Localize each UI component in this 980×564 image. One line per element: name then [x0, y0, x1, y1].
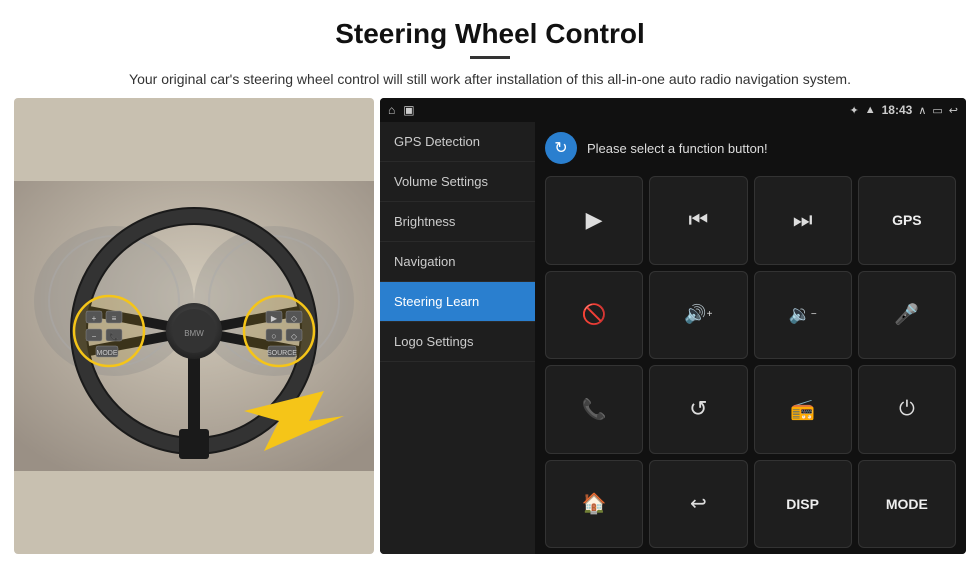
menu-item-gps[interactable]: GPS Detection — [380, 122, 535, 162]
mic-button[interactable]: 🎤 — [858, 271, 956, 360]
next-button[interactable]: ⏭ — [754, 176, 852, 265]
function-header-text: Please select a function button! — [587, 141, 768, 156]
content-area: BMW + ≡ − 📞 MODE ▶ ◇ — [0, 98, 980, 564]
mute-button[interactable]: 🚫 — [545, 271, 643, 360]
menu-item-volume[interactable]: Volume Settings — [380, 162, 535, 202]
head-unit-panel: ⌂ ▣ ✦ ▲ 18:43 ∧ ▭ ↩ GPS Detection Volume… — [380, 98, 966, 554]
status-bar: ⌂ ▣ ✦ ▲ 18:43 ∧ ▭ ↩ — [380, 98, 966, 122]
refresh-icon[interactable]: ↻ — [545, 132, 577, 164]
svg-text:📞: 📞 — [110, 332, 119, 341]
svg-text:BMW: BMW — [184, 329, 204, 338]
expand-icon: ∧ — [918, 104, 926, 117]
header-subtitle: Your original car's steering wheel contr… — [129, 69, 851, 90]
steering-wheel-image: BMW + ≡ − 📞 MODE ▶ ◇ — [14, 98, 374, 554]
svg-text:◇: ◇ — [291, 314, 298, 323]
svg-text:○: ○ — [271, 331, 276, 341]
home-button[interactable]: 🏠 — [545, 460, 643, 549]
power-button[interactable]: ⏻ — [858, 365, 956, 454]
menu-panel: GPS Detection Volume Settings Brightness… — [380, 122, 535, 554]
call-rotate-button[interactable]: ↺ — [649, 365, 747, 454]
steering-wheel-svg: BMW + ≡ − 📞 MODE ▶ ◇ — [14, 98, 374, 554]
wifi-icon: ▲ — [865, 104, 876, 116]
home-icon[interactable]: ⌂ — [388, 103, 395, 117]
image-icon[interactable]: ▣ — [403, 103, 414, 117]
main-split: GPS Detection Volume Settings Brightness… — [380, 122, 966, 554]
time-display: 18:43 — [882, 103, 913, 117]
header-section: Steering Wheel Control Your original car… — [69, 0, 911, 98]
header-divider — [470, 56, 510, 59]
menu-item-logo[interactable]: Logo Settings — [380, 322, 535, 362]
page: Steering Wheel Control Your original car… — [0, 0, 980, 564]
back-nav-icon[interactable]: ↩ — [949, 104, 958, 117]
mode-button[interactable]: MODE — [858, 460, 956, 549]
vol-down-button[interactable]: 🔉− — [754, 271, 852, 360]
radio-button[interactable]: 📻 — [754, 365, 852, 454]
menu-item-navigation[interactable]: Navigation — [380, 242, 535, 282]
svg-text:SOURCE: SOURCE — [267, 350, 297, 357]
function-header: ↻ Please select a function button! — [545, 128, 956, 168]
svg-text:+: + — [92, 314, 97, 323]
status-bar-left: ⌂ ▣ — [388, 103, 415, 117]
back-button[interactable]: ↩ — [649, 460, 747, 549]
status-bar-right: ✦ ▲ 18:43 ∧ ▭ ↩ — [850, 103, 959, 117]
prev-button[interactable]: ⏮ — [649, 176, 747, 265]
gps-button[interactable]: GPS — [858, 176, 956, 265]
svg-text:◇: ◇ — [291, 332, 298, 341]
bluetooth-icon: ✦ — [850, 104, 859, 117]
svg-text:≡: ≡ — [112, 314, 117, 323]
window-icon: ▭ — [932, 104, 942, 117]
menu-item-brightness[interactable]: Brightness — [380, 202, 535, 242]
function-grid: ▶ ⏮ ⏭ GPS 🚫 🔊+ 🔉− 🎤 📞 ↺ 📻 ⏻ — [545, 176, 956, 548]
svg-text:▶: ▶ — [271, 314, 278, 323]
page-title: Steering Wheel Control — [129, 18, 851, 50]
svg-text:−: − — [92, 332, 97, 341]
phone-button[interactable]: 📞 — [545, 365, 643, 454]
function-panel: ↻ Please select a function button! ▶ ⏮ ⏭… — [535, 122, 966, 554]
menu-item-steering-learn[interactable]: Steering Learn — [380, 282, 535, 322]
disp-button[interactable]: DISP — [754, 460, 852, 549]
play-button[interactable]: ▶ — [545, 176, 643, 265]
vol-up-button[interactable]: 🔊+ — [649, 271, 747, 360]
svg-text:MODE: MODE — [97, 350, 118, 357]
